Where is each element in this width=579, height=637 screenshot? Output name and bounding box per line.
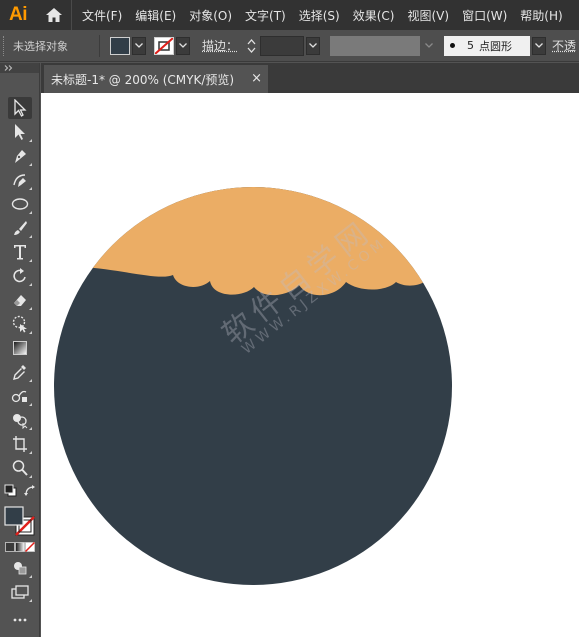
ellipse-tool[interactable] — [8, 193, 32, 215]
blend-tool[interactable] — [8, 385, 32, 407]
panel-grip[interactable] — [3, 35, 11, 56]
stroke-swatch[interactable] — [154, 36, 174, 55]
menu-view[interactable]: 视图(V) — [407, 7, 449, 24]
color-modes-icon — [5, 542, 35, 552]
artboard-tool-icon — [13, 436, 27, 452]
chevron-down-icon — [309, 43, 317, 48]
menu-bar: Ai 文件(F) 编辑(E) 对象(O) 文字(T) 选择(S) 效果(C) 视… — [0, 0, 579, 30]
close-tab-button[interactable]: × — [251, 71, 262, 86]
brush-dropdown[interactable] — [532, 36, 547, 55]
rotate-tool[interactable] — [8, 265, 32, 287]
gradient-tool-icon — [13, 341, 27, 355]
selection-status: 未选择对象 — [13, 39, 68, 53]
chevron-down-icon — [135, 43, 143, 48]
menu-file[interactable]: 文件(F) — [82, 7, 122, 24]
swap-colors-icon — [24, 485, 35, 496]
swap-colors[interactable] — [22, 483, 38, 499]
draw-mode-icon — [14, 562, 27, 575]
menu-object[interactable]: 对象(O) — [189, 7, 232, 24]
shape-builder-tool-icon — [13, 414, 28, 429]
draw-mode[interactable] — [8, 557, 32, 579]
blend-tool-icon — [11, 390, 27, 403]
stroke-weight-stepper[interactable] — [244, 36, 258, 56]
fill-swatch[interactable] — [110, 36, 130, 55]
fill-dropdown[interactable] — [132, 36, 146, 55]
brush-definition-field[interactable]: 5 点圆形 — [444, 35, 531, 56]
pen-tool-icon — [15, 150, 26, 163]
fill-stroke-control[interactable] — [3, 504, 37, 538]
eyedropper-tool[interactable] — [8, 361, 32, 383]
opacity-label[interactable]: 不透 — [552, 37, 576, 54]
tools-panel-header[interactable] — [0, 63, 39, 73]
artboard-canvas[interactable]: 软件自学网 WWW.RJZXW.COM — [41, 93, 579, 637]
selection-tool[interactable] — [8, 97, 32, 119]
color-modes[interactable] — [4, 541, 36, 553]
paintbrush-tool-icon — [14, 221, 27, 235]
ellipse-tool-icon — [11, 198, 29, 210]
stroke-weight-dropdown[interactable] — [306, 36, 321, 55]
menu-help[interactable]: 帮助(H) — [520, 7, 562, 24]
paintbrush-tool[interactable] — [8, 217, 32, 239]
zoom-tool[interactable] — [8, 457, 32, 479]
document-tab-title: 未标题-1* @ 200% (CMYK/预览) — [51, 72, 235, 87]
curvature-tool[interactable] — [8, 169, 32, 191]
round-brush-icon — [450, 43, 456, 48]
home-icon — [45, 8, 62, 22]
stroke-weight-input[interactable] — [260, 35, 305, 56]
more-tools-icon — [13, 618, 27, 622]
collapse-icon — [4, 65, 13, 71]
none-stroke-icon — [155, 37, 173, 54]
type-tool[interactable] — [8, 241, 32, 263]
zoom-tool-icon — [12, 460, 28, 476]
rotate-tool-icon — [13, 268, 26, 283]
chevron-down-icon — [535, 43, 543, 48]
brush-label: 点圆形 — [479, 39, 513, 53]
fill-stroke-icon — [4, 506, 35, 536]
artboard-tool[interactable] — [8, 433, 32, 455]
menu-effect[interactable]: 效果(C) — [353, 7, 395, 24]
menu-edit[interactable]: 编辑(E) — [135, 7, 176, 24]
chevron-down-icon — [425, 43, 433, 48]
screen-mode[interactable] — [8, 581, 32, 603]
eyedropper-tool-icon — [13, 365, 26, 380]
puppet-warp-tool[interactable] — [8, 313, 32, 335]
chevron-down-icon — [179, 43, 187, 48]
default-colors[interactable] — [3, 483, 19, 499]
tools-panel — [0, 63, 40, 637]
puppet-warp-tool-icon — [12, 315, 27, 333]
menu-select[interactable]: 选择(S) — [299, 7, 340, 24]
shape-builder-tool[interactable] — [8, 409, 32, 431]
eraser-tool[interactable] — [8, 289, 32, 311]
type-tool-icon — [14, 245, 26, 260]
eraser-tool-icon — [14, 295, 26, 306]
gradient-tool[interactable] — [8, 337, 32, 359]
brush-size: 5 — [467, 39, 475, 52]
home-button[interactable] — [36, 0, 72, 30]
control-bar: 未选择对象 描边： 5 点圆形 不透 — [0, 30, 579, 62]
direct-selection-tool[interactable] — [8, 121, 32, 143]
menu-window[interactable]: 窗口(W) — [462, 7, 507, 24]
default-colors-icon — [4, 484, 17, 497]
app-logo: Ai — [9, 4, 28, 25]
profile-dropdown[interactable] — [422, 36, 436, 56]
document-tab[interactable]: 未标题-1* @ 200% (CMYK/预览) × — [44, 65, 268, 93]
stroke-label[interactable]: 描边： — [202, 37, 238, 54]
divider — [99, 34, 100, 57]
document-tab-bar: 未标题-1* @ 200% (CMYK/预览) × — [41, 63, 579, 93]
pen-tool[interactable] — [8, 145, 32, 167]
menu-type[interactable]: 文字(T) — [245, 7, 286, 24]
stepper-arrows-icon — [247, 38, 256, 53]
edit-toolbar-button[interactable] — [8, 609, 32, 631]
selection-tool-icon — [14, 99, 27, 117]
variable-width-profile[interactable] — [330, 35, 421, 56]
screen-mode-icon — [11, 585, 29, 599]
direct-selection-tool-icon — [15, 124, 25, 140]
artwork — [54, 187, 452, 585]
curvature-tool-icon — [13, 174, 26, 187]
stroke-dropdown[interactable] — [176, 36, 190, 55]
